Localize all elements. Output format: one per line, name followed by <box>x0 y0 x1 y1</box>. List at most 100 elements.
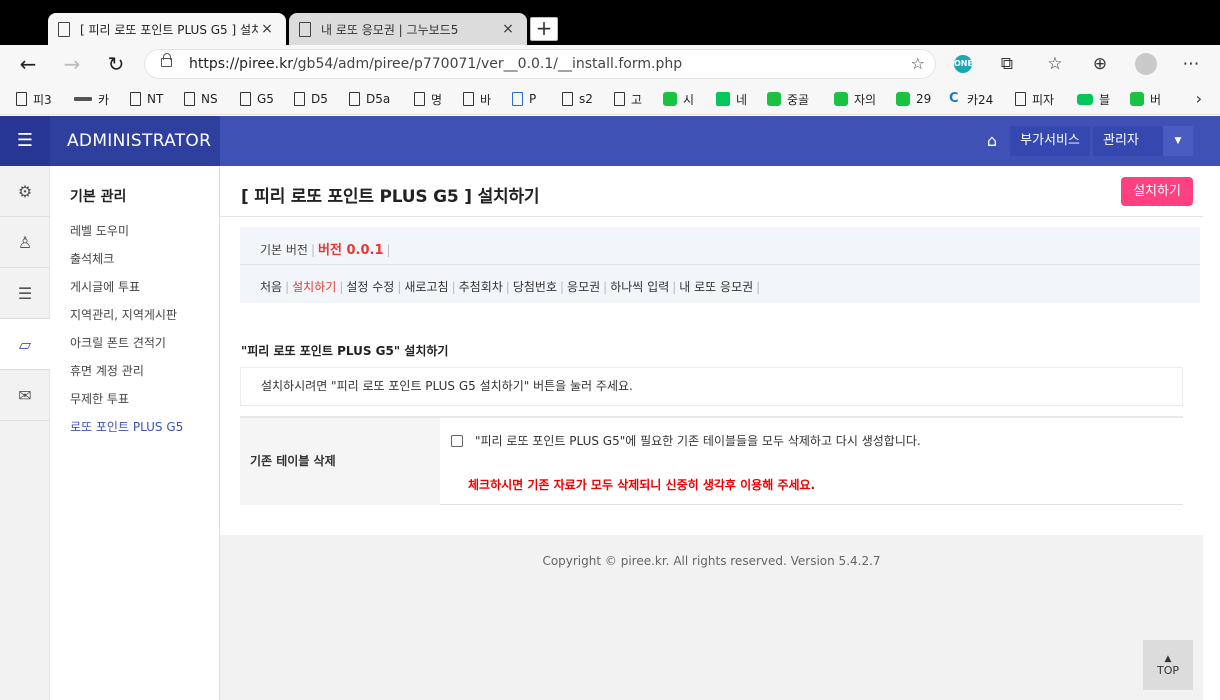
nav-link[interactable]: 내 로또 응모권 <box>679 280 753 294</box>
nav-link[interactable]: 추첨회차 <box>459 280 503 294</box>
nav-link[interactable]: 처음 <box>260 280 282 294</box>
chevron-right-icon[interactable]: › <box>1196 89 1202 108</box>
page-icon <box>240 92 251 106</box>
site-icon <box>1130 92 1144 106</box>
info-box: 설치하시려면 "피리 로또 포인트 PLUS G5 설치하기" 버튼을 눌러 주… <box>240 367 1183 406</box>
bookmark-item[interactable]: D5a <box>349 91 390 107</box>
bookmark-item[interactable]: 시 <box>663 91 694 107</box>
close-tab-icon[interactable]: × <box>258 21 276 37</box>
version-value: 버전 0.0.1 <box>318 243 384 258</box>
profile-avatar-icon[interactable] <box>1135 53 1157 75</box>
scroll-top-button[interactable]: ▲ TOP <box>1143 640 1193 690</box>
side-menu-item[interactable]: 무제한 투표 <box>70 390 129 407</box>
bookmark-item[interactable]: s2 <box>562 91 593 107</box>
admin-menu-button[interactable]: 관리자 <box>1093 126 1163 156</box>
more-menu-icon[interactable]: ⋯ <box>1179 52 1203 76</box>
version-label: 기본 버전 <box>260 243 308 257</box>
site-icon <box>663 92 677 106</box>
favorite-star-icon[interactable]: ☆ <box>911 50 925 78</box>
reload-icon[interactable]: ↻ <box>102 51 130 77</box>
install-button[interactable]: 설치하기 <box>1121 177 1193 206</box>
close-tab-icon[interactable]: × <box>499 21 517 37</box>
side-menu-title: 기본 관리 <box>70 189 127 205</box>
divider <box>240 264 1200 265</box>
bookmark-item[interactable]: 바 <box>463 91 491 107</box>
section-title: "피리 로또 포인트 PLUS G5" 설치하기 <box>241 344 449 358</box>
option-table: 기존 테이블 삭제 "피리 로또 포인트 PLUS G5"에 필요한 기존 테이… <box>240 416 1183 505</box>
bookmark-item[interactable]: C 카24 <box>949 91 993 107</box>
url-bar[interactable]: https://piree.kr/gb54/adm/piree/p770071/… <box>144 49 936 79</box>
bookmark-item[interactable]: P <box>512 91 536 107</box>
favorites-icon[interactable]: ☆ <box>1043 52 1067 76</box>
mail-icon[interactable]: ✉ <box>0 370 50 421</box>
drop-tables-checkbox[interactable] <box>451 435 463 447</box>
icon-rail: ⚙ ♙ ☰ ▱ ✉ <box>0 166 50 700</box>
page-icon <box>130 92 141 106</box>
extensions-puzzle-icon[interactable]: ⧉ <box>995 52 1019 76</box>
menu-toggle-icon[interactable]: ☰ <box>0 116 50 166</box>
bookmark-item[interactable]: 29 <box>896 91 931 107</box>
gear-icon[interactable]: ⚙ <box>0 166 50 217</box>
bookmark-item[interactable]: D5 <box>294 91 328 107</box>
nav-link[interactable]: 당첨번호 <box>513 280 557 294</box>
nav-link[interactable]: 하나씩 입력 <box>610 280 669 294</box>
bookmark-item[interactable]: 카 <box>74 91 109 107</box>
tab-title: 내 로또 응모권 | 그누보드5 <box>321 22 459 37</box>
scroll-gutter <box>1203 166 1220 700</box>
bookmark-item[interactable]: 고 <box>614 91 642 107</box>
bookmark-item[interactable]: 중골 <box>767 91 809 107</box>
page-icon <box>1015 92 1026 106</box>
side-menu-item[interactable]: 레벨 도우미 <box>70 222 129 239</box>
browser-tab-inactive[interactable]: 내 로또 응모권 | 그누보드5 × <box>289 13 527 45</box>
user-icon[interactable]: ♙ <box>0 217 50 268</box>
page-title: [ 피리 로또 포인트 PLUS G5 ] 설치하기 <box>241 187 540 207</box>
bookmark-item[interactable]: 피3 <box>16 91 52 107</box>
bookmark-item[interactable]: G5 <box>240 91 274 107</box>
forward-arrow-icon[interactable]: → <box>58 51 86 77</box>
version-row: 기본 버전 | 버전 0.0.1 | <box>260 243 391 258</box>
main-content: [ 피리 로또 포인트 PLUS G5 ] 설치하기 설치하기 기본 버전 | 버전… <box>220 166 1203 700</box>
footer: Copyright © piree.kr. All rights reserve… <box>220 535 1203 700</box>
bookmarks-bar: 피3 카 NT NS G5 D5 D5a 명 바 P s2 고 시 네 중골 자… <box>0 83 1220 115</box>
nav-link[interactable]: 새로고침 <box>404 280 448 294</box>
naver-icon <box>716 92 730 106</box>
side-menu-item-active[interactable]: 로또 포인트 PLUS G5 <box>70 418 183 435</box>
side-menu-item[interactable]: 출석체크 <box>70 250 114 267</box>
bookmark-item[interactable]: 피자 <box>1015 91 1054 107</box>
arrow-up-icon: ▲ <box>1164 654 1172 664</box>
addon-services-button[interactable]: 부가서비스 <box>1010 126 1090 156</box>
folder-icon[interactable]: ▱ <box>0 319 50 370</box>
back-arrow-icon[interactable]: ← <box>14 51 42 77</box>
side-menu-item[interactable]: 아크릴 폰트 견적기 <box>70 334 166 351</box>
blog-icon <box>1077 93 1093 105</box>
copyright-text: Copyright © piree.kr. All rights reserve… <box>542 554 881 568</box>
option-description[interactable]: "피리 로또 포인트 PLUS G5"에 필요한 기존 테이블들을 모두 삭제하… <box>475 432 921 449</box>
side-menu-item[interactable]: 휴면 계정 관리 <box>70 362 144 379</box>
browser-tab-active[interactable]: [ 피리 로또 포인트 PLUS G5 ] 설치하기 × <box>48 13 286 45</box>
bookmark-item[interactable]: 자의 <box>834 91 876 107</box>
page-icon <box>614 92 625 106</box>
bookmark-item[interactable]: 블 <box>1077 91 1110 107</box>
side-menu-item[interactable]: 게시글에 투표 <box>70 278 140 295</box>
brand-logo[interactable]: ADMINISTRATOR <box>50 116 220 166</box>
nav-link[interactable]: 응모권 <box>567 280 600 294</box>
bookmark-item[interactable]: 네 <box>716 91 747 107</box>
side-menu-item[interactable]: 지역관리, 지역게시판 <box>70 306 177 323</box>
bookmark-item[interactable]: NT <box>130 91 163 107</box>
collections-icon[interactable]: ⊕ <box>1088 52 1112 76</box>
onenote-extension-icon[interactable]: ONE <box>954 55 973 73</box>
site-icon <box>512 92 523 106</box>
new-tab-button[interactable]: + <box>530 17 558 41</box>
site-icon <box>74 97 92 101</box>
bookmark-item[interactable]: NS <box>184 91 218 107</box>
bookmark-item[interactable]: 버 <box>1130 91 1161 107</box>
caret-down-icon[interactable]: ▼ <box>1163 126 1193 156</box>
page-icon <box>184 92 195 106</box>
browser-tab-strip: [ 피리 로또 포인트 PLUS G5 ] 설치하기 × 내 로또 응모권 | … <box>0 0 1220 45</box>
option-warning: 체크하시면 기존 자료가 모두 삭제되니 신중히 생각후 이용해 주세요. <box>468 478 816 492</box>
nav-link-current[interactable]: 설치하기 <box>292 280 336 294</box>
list-icon[interactable]: ☰ <box>0 268 50 319</box>
bookmark-item[interactable]: 명 <box>414 91 442 107</box>
nav-link[interactable]: 설정 수정 <box>346 280 394 294</box>
home-icon[interactable]: ⌂ <box>980 129 1004 153</box>
